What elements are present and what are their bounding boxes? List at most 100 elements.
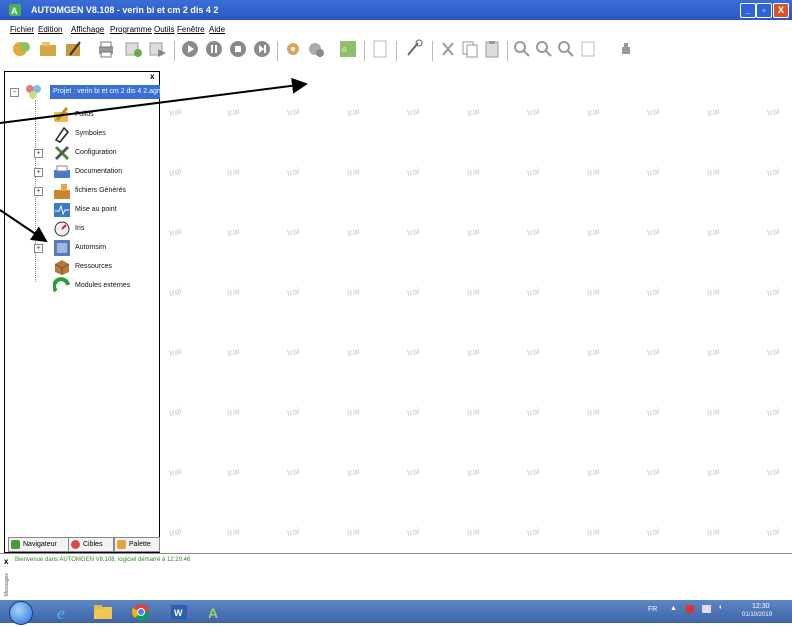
tab-navigateur[interactable]: Navigateur <box>8 537 69 552</box>
watermark-text: Irai <box>765 105 781 119</box>
maximize-button[interactable]: ▫ <box>756 3 772 18</box>
menu-fichier[interactable]: Fichier <box>10 25 34 34</box>
tree-item-label: Documentation <box>75 168 123 175</box>
start-orb-icon[interactable] <box>9 601 33 625</box>
toolbar: G <box>0 37 792 65</box>
watermark-text: Irai <box>585 165 601 179</box>
watermark-text: Irai <box>705 465 721 479</box>
tree-expand-toggle[interactable]: + <box>34 168 43 177</box>
tree-item-label: Modules externes <box>75 282 131 289</box>
gauge-icon <box>54 221 70 237</box>
watermark-text: Irai <box>525 465 541 479</box>
compile-icon[interactable] <box>124 39 144 59</box>
save-project-icon[interactable] <box>64 39 84 59</box>
menu-affichage[interactable]: Affichage <box>71 25 104 34</box>
editor-workarea[interactable]: Irai Irai Irai Irai Irai Irai Irai Irai Irai Irai… <box>161 71 792 551</box>
tree-item-label: Configuration <box>75 149 117 156</box>
step-icon[interactable] <box>252 39 272 59</box>
svg-text:A: A <box>208 605 218 621</box>
blank-page-icon[interactable] <box>370 39 390 59</box>
menu-edition[interactable]: Edition <box>38 25 62 34</box>
watermark-text: Irai <box>225 165 241 179</box>
tools-icon <box>54 145 70 161</box>
ie-icon[interactable]: e <box>54 602 76 623</box>
taskbar: e W A FR ▲ ◖ 12:30 01/10/2019 <box>0 600 792 625</box>
watermark-text: Irai <box>405 465 421 479</box>
language-indicator[interactable]: FR <box>648 606 657 613</box>
close-button[interactable]: X <box>773 3 789 18</box>
tab-cibles[interactable]: Cibles <box>68 537 114 552</box>
chrome-icon[interactable] <box>130 602 152 622</box>
toolbar-separator <box>396 41 397 61</box>
pause-icon[interactable] <box>204 39 224 59</box>
watermark-text: Irai <box>405 345 421 359</box>
watermark-text: Irai <box>585 465 601 479</box>
clock-date[interactable]: 01/10/2019 <box>742 612 772 618</box>
watermark-text: Irai <box>405 165 421 179</box>
tree-expand-toggle[interactable]: + <box>34 244 43 253</box>
menu-aide[interactable]: Aide <box>209 25 225 34</box>
clock-time[interactable]: 12:30 <box>752 603 770 610</box>
go-icon[interactable] <box>148 39 168 59</box>
watermark-text: Irai <box>705 225 721 239</box>
watermark-text: Irai <box>645 525 661 539</box>
tray-chevron-icon[interactable]: ▲ <box>670 605 677 612</box>
watermark-text: Irai <box>645 465 661 479</box>
panel-close-button[interactable]: x <box>150 72 154 81</box>
tree-collapse-toggle[interactable]: − <box>10 88 19 97</box>
menu-programme[interactable]: Programme <box>110 25 152 34</box>
tree-item-label: Iris <box>75 225 85 232</box>
toolbar-separator <box>174 41 175 61</box>
stop-icon[interactable] <box>228 39 248 59</box>
menu-fenetre[interactable]: Fenêtre <box>177 25 205 34</box>
menu-outils[interactable]: Outils <box>154 25 174 34</box>
watermark-text: Irai <box>167 105 183 119</box>
network-icon[interactable] <box>702 605 711 613</box>
new-project-icon[interactable] <box>12 39 32 59</box>
tree-expand-toggle[interactable]: + <box>34 149 43 158</box>
page-icon[interactable] <box>578 39 598 59</box>
watermark-text: Irai <box>765 345 781 359</box>
watermark-text: Irai <box>345 285 361 299</box>
open-project-icon[interactable] <box>38 39 58 59</box>
automgen-app-icon[interactable]: A <box>8 3 22 17</box>
zoom-fit-icon[interactable] <box>556 39 576 59</box>
tree-expand-toggle[interactable]: + <box>34 187 43 196</box>
watermark-text: Irai <box>585 225 601 239</box>
cut-icon[interactable] <box>438 39 458 59</box>
connect-icon[interactable] <box>284 39 304 59</box>
zoom-out-icon[interactable] <box>534 39 554 59</box>
watermark-text: Irai <box>765 525 781 539</box>
plugin-icon[interactable] <box>616 39 636 59</box>
watermark-text: Irai <box>585 405 601 419</box>
grafcet-icon[interactable]: G <box>338 39 358 59</box>
automgen-icon[interactable]: A <box>206 602 228 622</box>
watermark-text: Irai <box>405 405 421 419</box>
disconnect-icon[interactable] <box>306 39 326 59</box>
print-icon[interactable] <box>96 39 116 59</box>
watermark-text: Irai <box>465 285 481 299</box>
edit-tools-icon[interactable] <box>404 39 424 59</box>
watermark-text: Irai <box>225 405 241 419</box>
printer-icon <box>54 165 70 178</box>
run-icon[interactable] <box>180 39 200 59</box>
zoom-in-icon[interactable] <box>512 39 532 59</box>
paste-icon[interactable] <box>482 39 502 59</box>
watermark-text: Irai <box>645 105 661 119</box>
volume-icon[interactable]: ◖ <box>718 604 722 611</box>
watermark-text: Irai <box>285 525 301 539</box>
watermark-text: Irai <box>525 345 541 359</box>
explorer-icon[interactable] <box>92 602 114 622</box>
word-icon[interactable]: W <box>168 602 190 622</box>
tree-root-label: Projet : verin bi et cm 2 dis 4 2.agn <box>50 85 161 99</box>
flag-icon[interactable] <box>686 605 694 613</box>
tab-palette[interactable]: Palette <box>114 537 160 552</box>
minimize-button[interactable]: _ <box>740 3 756 18</box>
target-icon <box>71 540 80 549</box>
watermark-text: Irai <box>765 225 781 239</box>
watermark-text: Irai <box>345 165 361 179</box>
copy-icon[interactable] <box>460 39 480 59</box>
watermark-text: Irai <box>465 165 481 179</box>
messages-close-button[interactable]: x <box>4 557 8 566</box>
tree-item-label: Mise au point <box>75 206 117 213</box>
